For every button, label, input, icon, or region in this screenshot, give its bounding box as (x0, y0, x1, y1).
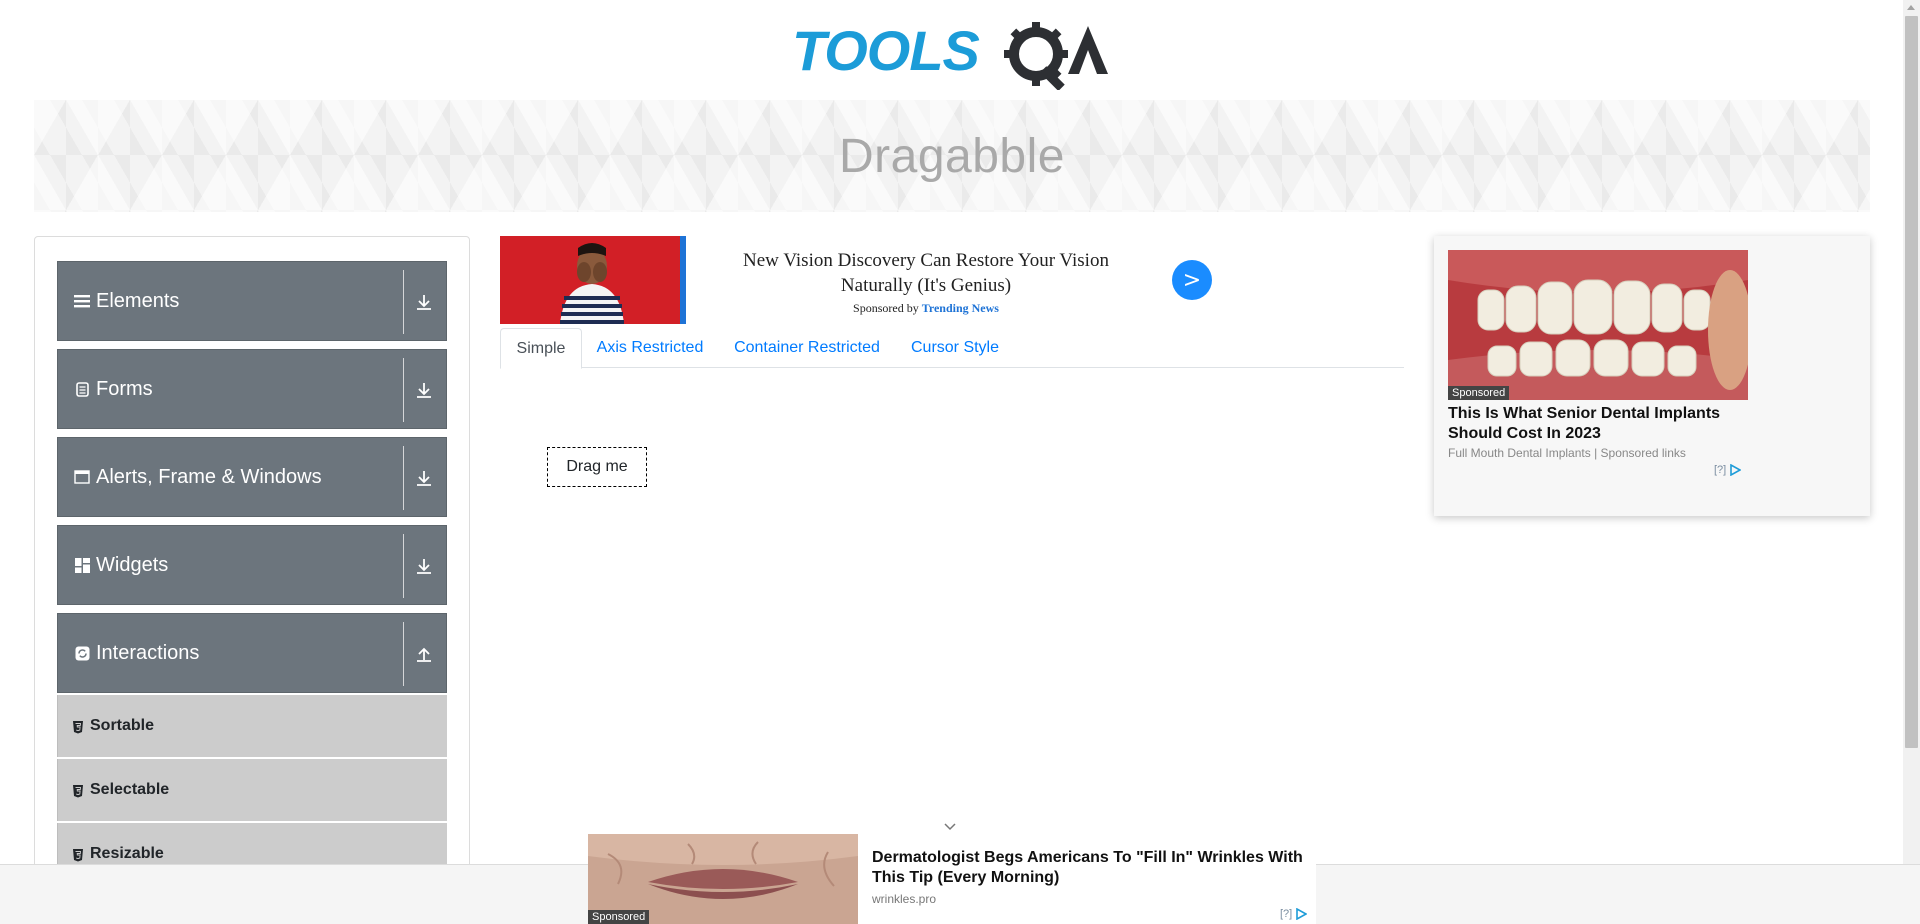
sidebar-group-label: Alerts, Frame & Windows (96, 465, 322, 488)
hamburger-icon (74, 293, 90, 309)
scrollbar-thumb[interactable] (1905, 16, 1918, 748)
sidebar-group-alerts-frame-windows[interactable]: Alerts, Frame & Windows (57, 437, 447, 517)
ad-source[interactable]: Full Mouth Dental Implants | Sponsored l… (1448, 446, 1686, 460)
sidebar-group-interactions[interactable]: Interactions (57, 613, 447, 693)
ad-title[interactable]: This Is What Senior Dental Implants Shou… (1448, 404, 1748, 444)
sidebar: Elements Forms Alerts, Frame & Windows W… (34, 236, 470, 924)
ad-sponsored-by: Sponsored by (853, 301, 919, 315)
divider (403, 534, 404, 598)
sponsored-badge: Sponsored (588, 910, 650, 924)
draggable-tabs: Simple Axis Restricted Container Restric… (500, 328, 1404, 369)
sidebar-item-label: Selectable (90, 781, 170, 798)
top-ad[interactable]: New Vision Discovery Can Restore Your Vi… (500, 236, 1212, 324)
tab-cursor-style[interactable]: Cursor Style (896, 328, 1014, 368)
window-icon (74, 469, 90, 485)
divider (403, 446, 404, 510)
right-ad[interactable]: Sponsored This Is What Senior Dental Imp… (1434, 236, 1870, 516)
sidebar-item-label: Resizable (90, 845, 164, 862)
html5-icon (72, 719, 84, 734)
adchoices[interactable]: [?] (1714, 464, 1742, 476)
sponsored-badge: Sponsored (1448, 386, 1510, 400)
ad-image[interactable] (500, 236, 686, 324)
ad-sponsor-name[interactable]: Trending News (922, 301, 999, 315)
ad-image[interactable] (1448, 250, 1748, 400)
toolsqa-logo[interactable]: TOOLS (792, 14, 1114, 92)
sidebar-group-label: Forms (96, 377, 153, 400)
sidebar-item-selectable[interactable]: Selectable (57, 759, 447, 821)
sidebar-group-elements[interactable]: Elements (57, 261, 447, 341)
sidebar-item-sortable[interactable]: Sortable (57, 695, 447, 757)
upload-icon[interactable] (414, 644, 434, 664)
ad-info-link[interactable]: [?] (1280, 908, 1292, 920)
grid-icon (74, 557, 90, 573)
svg-text:TOOLS: TOOLS (792, 19, 980, 82)
ad-sponsor-line: Sponsored by Trending News (706, 301, 1146, 316)
divider (403, 270, 404, 334)
ad-go-button[interactable]: > (1172, 260, 1212, 300)
download-icon[interactable] (414, 380, 434, 400)
sidebar-item-label: Sortable (90, 717, 155, 734)
document-icon (74, 381, 90, 397)
adchoices[interactable]: [?] (1280, 908, 1308, 920)
page-title: Dragabble (839, 129, 1065, 183)
sidebar-group-label: Elements (96, 289, 180, 312)
page-scrollbar[interactable] (1903, 0, 1920, 864)
adchoices-icon[interactable] (1295, 908, 1308, 920)
scroll-up-arrow-icon[interactable] (1907, 5, 1915, 10)
divider (403, 622, 404, 686)
sidebar-group-widgets[interactable]: Widgets (57, 525, 447, 605)
ad-info-link[interactable]: [?] (1714, 464, 1726, 476)
ad-title[interactable]: Dermatologist Begs Americans To "Fill In… (872, 848, 1312, 888)
tab-simple[interactable]: Simple (500, 328, 582, 369)
download-icon[interactable] (414, 468, 434, 488)
page: TOOLS Dragabble Elements Forms Alerts, F… (0, 0, 1920, 924)
tab-container-restricted[interactable]: Container Restricted (718, 328, 896, 368)
sidebar-group-forms[interactable]: Forms (57, 349, 447, 429)
page-banner: Dragabble (34, 100, 1870, 212)
sidebar-group-label: Interactions (96, 641, 200, 664)
adchoices-icon[interactable] (1729, 464, 1742, 476)
drag-me-box[interactable]: Drag me (547, 447, 647, 487)
download-icon[interactable] (414, 556, 434, 576)
tab-axis-restricted[interactable]: Axis Restricted (582, 328, 718, 368)
download-icon[interactable] (414, 292, 434, 312)
ad-headline[interactable]: New Vision Discovery Can Restore Your Vi… (706, 248, 1146, 298)
ad-source[interactable]: wrinkles.pro (872, 892, 936, 906)
html5-icon (72, 847, 84, 862)
chevron-down-icon[interactable] (942, 818, 958, 834)
sidebar-group-label: Widgets (96, 553, 169, 576)
divider (403, 358, 404, 422)
refresh-icon (74, 645, 90, 661)
bottom-ad[interactable]: Sponsored Dermatologist Begs Americans T… (588, 834, 1316, 924)
html5-icon (72, 783, 84, 798)
